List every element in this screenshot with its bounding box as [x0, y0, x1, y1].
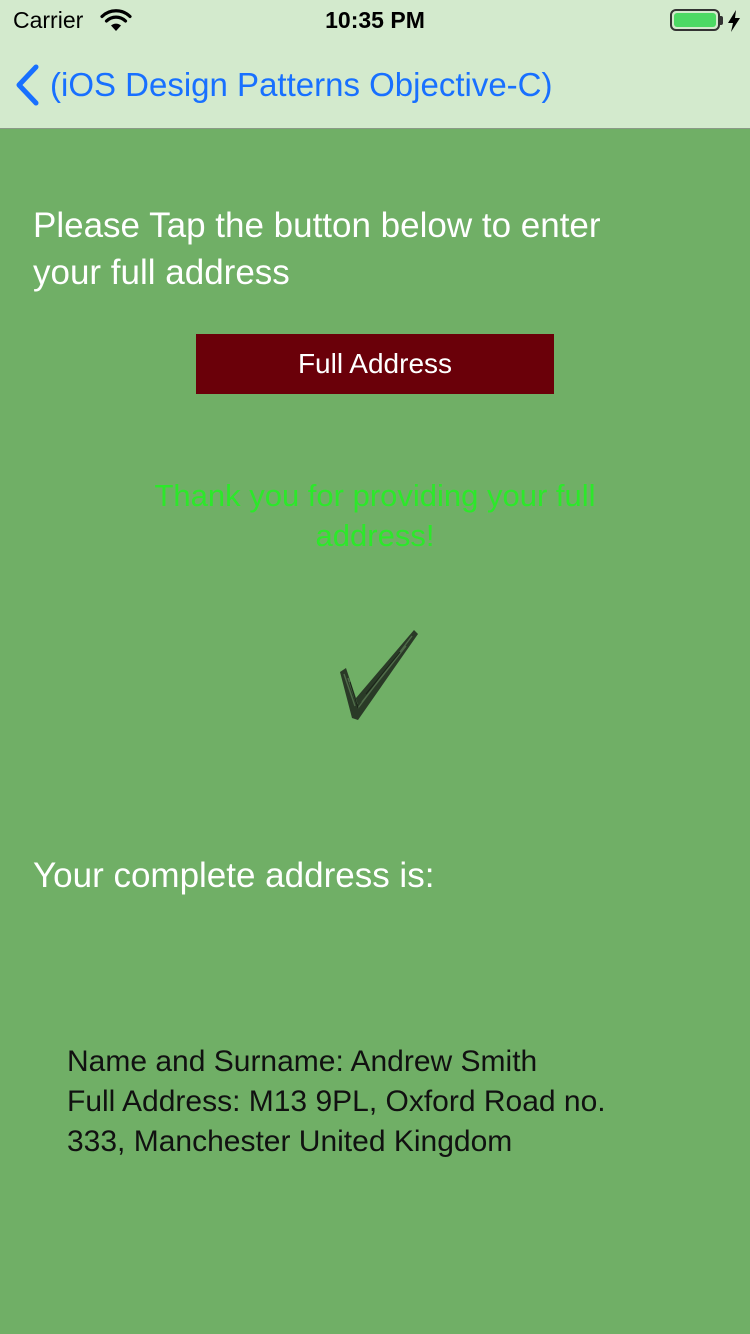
- battery-tip: [719, 16, 723, 25]
- thank-you-message: Thank you for providing your full addres…: [154, 478, 596, 553]
- full-address-button[interactable]: Full Address: [196, 334, 554, 394]
- back-button[interactable]: (iOS Design Patterns Objective-C): [14, 62, 553, 108]
- navigation-header: Carrier 10:35 PM (iOS Design Patterns Ob…: [0, 0, 750, 129]
- chevron-left-icon: [16, 64, 39, 106]
- charging-bolt-icon: [728, 10, 740, 32]
- nav-bar: (iOS Design Patterns Objective-C): [0, 40, 750, 129]
- address-line: Name and Surname: Andrew Smith: [67, 1045, 538, 1078]
- status-bar: Carrier 10:35 PM: [0, 0, 750, 40]
- battery-level: [674, 13, 716, 27]
- address-line: Full Address: M13 9PL, Oxford Road no.: [67, 1085, 606, 1118]
- full-address-button-label: Full Address: [297, 348, 453, 379]
- battery-icon: [670, 9, 720, 31]
- address-line: 333, Manchester United Kingdom: [67, 1125, 513, 1158]
- address-details: Name and Surname: Andrew Smith Full Addr…: [67, 1042, 707, 1162]
- checkmark-icon: [340, 630, 418, 720]
- instruction-text: Please Tap the button below to enter you…: [33, 206, 601, 292]
- clock: 10:35 PM: [325, 7, 425, 33]
- address-heading: Your complete address is:: [33, 856, 435, 895]
- back-button-label: (iOS Design Patterns Objective-C): [50, 66, 553, 103]
